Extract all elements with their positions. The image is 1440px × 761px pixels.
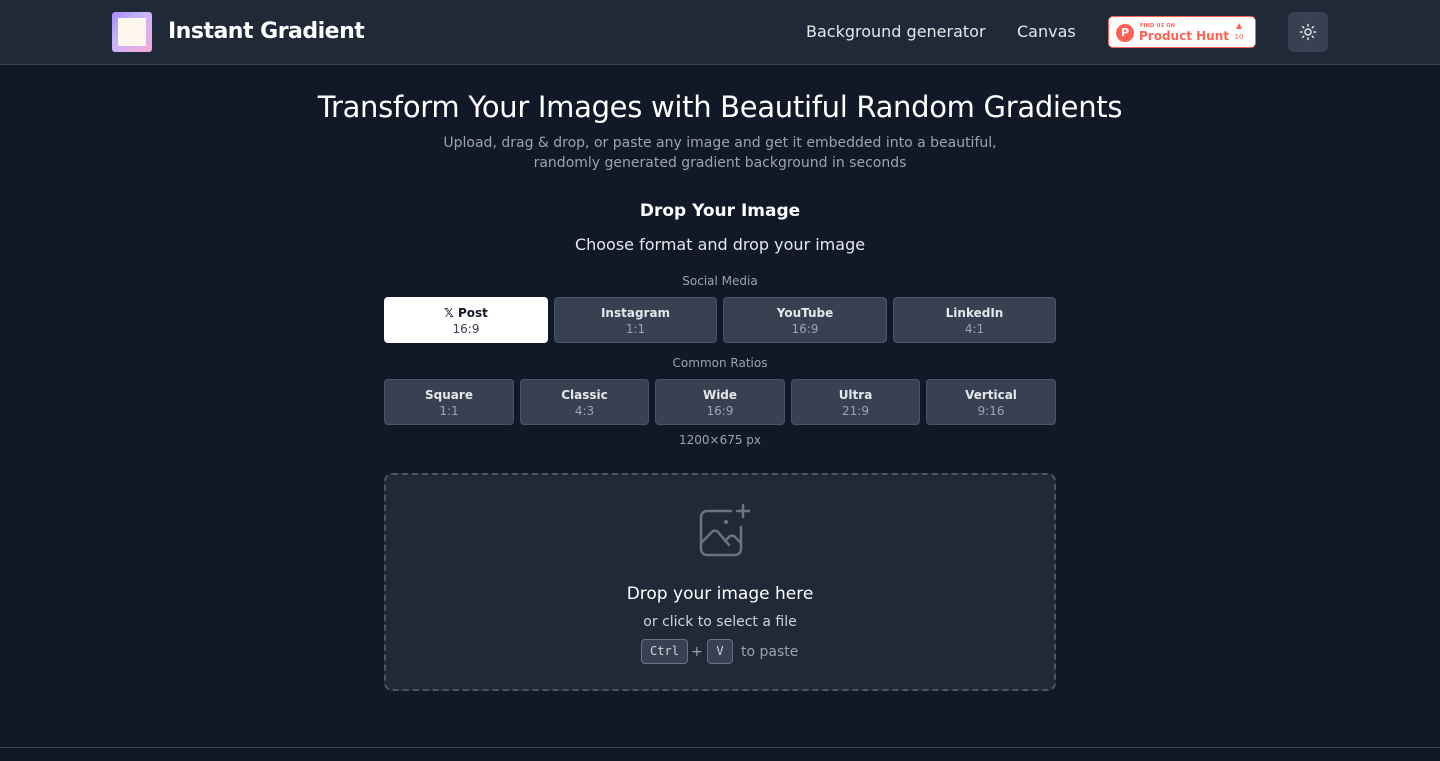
product-hunt-name: Product Hunt xyxy=(1139,29,1229,43)
format-name: Instagram xyxy=(600,306,671,320)
image-plus-icon xyxy=(699,503,751,557)
format-button-youtube[interactable]: YouTube 16:9 xyxy=(723,297,887,343)
kbd-ctrl: Ctrl xyxy=(641,639,688,664)
nav-link-canvas[interactable]: Canvas xyxy=(1017,20,1076,44)
ratio-name: Ultra xyxy=(838,388,873,402)
ratio-button-classic[interactable]: Classic 4:3 xyxy=(520,379,649,425)
dropzone-title: Drop your image here xyxy=(626,584,814,604)
nav-link-background-generator[interactable]: Background generator xyxy=(806,20,986,44)
kbd-v: V xyxy=(707,639,733,664)
theme-toggle-button[interactable] xyxy=(1288,12,1328,52)
format-name: YouTube xyxy=(776,306,834,320)
ratio-value: 4:3 xyxy=(574,404,595,418)
paste-hint: to paste xyxy=(741,644,799,660)
format-name: LinkedIn xyxy=(945,306,1004,320)
ratio-name: Square xyxy=(425,388,473,402)
hero-subtitle-line-1: Upload, drag & drop, or paste any image … xyxy=(443,135,997,151)
format-ratio: 16:9 xyxy=(452,322,480,336)
app-title[interactable]: Instant Gradient xyxy=(168,16,365,48)
ratio-value: 21:9 xyxy=(842,404,869,418)
format-name: 𝕏 Post xyxy=(444,306,488,320)
dropzone-subtitle: or click to select a file xyxy=(643,614,797,630)
ratio-name: Classic xyxy=(561,388,608,402)
ratio-name: Wide xyxy=(702,388,738,402)
hero-subtitle-line-2: randomly generated gradient background i… xyxy=(533,155,907,171)
product-hunt-logo-icon: P xyxy=(1116,24,1134,42)
common-ratios-label: Common Ratios xyxy=(672,356,768,370)
sun-icon xyxy=(1299,23,1317,41)
product-hunt-count: 10 xyxy=(1234,33,1244,41)
ratio-button-ultra[interactable]: Ultra 21:9 xyxy=(791,379,920,425)
ratio-button-square[interactable]: Square 1:1 xyxy=(384,379,514,425)
format-button-instagram[interactable]: Instagram 1:1 xyxy=(554,297,717,343)
format-button-x-post[interactable]: 𝕏 Post 16:9 xyxy=(384,297,548,343)
footer-divider xyxy=(0,747,1440,761)
ratio-button-vertical[interactable]: Vertical 9:16 xyxy=(926,379,1056,425)
app-logo[interactable] xyxy=(112,12,152,52)
format-ratio: 4:1 xyxy=(964,322,985,336)
ratio-value: 1:1 xyxy=(439,404,459,418)
format-button-linkedin[interactable]: LinkedIn 4:1 xyxy=(893,297,1056,343)
product-hunt-badge[interactable]: P FIND US ON Product Hunt 10 xyxy=(1108,16,1256,48)
hero-subtitle: Upload, drag & drop, or paste any image … xyxy=(440,133,1000,173)
format-ratio: 1:1 xyxy=(625,322,646,336)
image-dropzone[interactable]: Drop your image here or click to select … xyxy=(384,473,1056,691)
section-subtitle: Choose format and drop your image xyxy=(574,235,866,254)
app-logo-inner xyxy=(118,18,146,46)
social-media-label: Social Media xyxy=(682,274,758,288)
ratio-name: Vertical xyxy=(965,388,1017,402)
ratio-value: 16:9 xyxy=(706,404,734,418)
output-dimensions: 1200×675 px xyxy=(678,433,762,447)
header: Instant Gradient Background generator Ca… xyxy=(0,0,1440,65)
upvote-arrow-icon xyxy=(1236,23,1242,29)
kbd-plus: + xyxy=(691,644,703,660)
ratio-button-wide[interactable]: Wide 16:9 xyxy=(655,379,785,425)
hero-title: Transform Your Images with Beautiful Ran… xyxy=(317,90,1123,124)
format-ratio: 16:9 xyxy=(791,322,819,336)
section-title: Drop Your Image xyxy=(639,201,801,221)
ratio-value: 9:16 xyxy=(977,404,1005,418)
